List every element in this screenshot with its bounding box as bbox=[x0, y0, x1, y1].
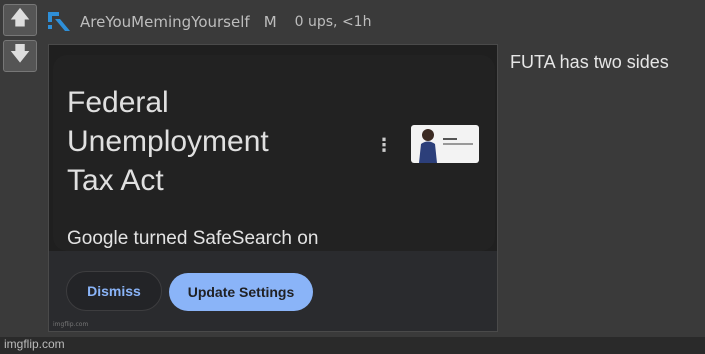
update-settings-button: Update Settings bbox=[169, 273, 313, 311]
thumbnail-image bbox=[411, 125, 479, 163]
upvote-button[interactable]: 🡅 bbox=[3, 4, 37, 36]
meme-image[interactable]: Federal Unemployment Tax Act ⋮ Google tu… bbox=[48, 44, 498, 332]
person-icon bbox=[419, 129, 437, 163]
post-frame: 🡅 🡇 AreYouMemingYourself M 0 ups, <1h FU… bbox=[0, 0, 705, 337]
knowledge-card: Federal Unemployment Tax Act ⋮ bbox=[53, 55, 495, 251]
safesearch-message: Google turned SafeSearch on bbox=[67, 228, 319, 249]
username-link[interactable]: AreYouMemingYourself bbox=[80, 13, 250, 31]
vote-column: 🡅 🡇 bbox=[3, 4, 40, 80]
thumbnail-text-lines bbox=[443, 138, 473, 150]
card-title: Federal Unemployment Tax Act bbox=[67, 86, 269, 197]
mod-badge: M bbox=[263, 13, 277, 31]
imgflip-watermark: imgflip.com bbox=[4, 337, 65, 351]
post-caption: FUTA has two sides bbox=[510, 52, 669, 72]
dismiss-button: Dismiss bbox=[66, 271, 162, 311]
post-stats: 0 ups, <1h bbox=[294, 14, 372, 30]
more-options-icon: ⋮ bbox=[375, 135, 393, 156]
post-header: AreYouMemingYourself M 0 ups, <1h bbox=[46, 4, 705, 40]
imgflip-logo-icon bbox=[48, 12, 70, 31]
arrow-up-icon: 🡅 bbox=[9, 5, 31, 29]
downvote-button[interactable]: 🡇 bbox=[3, 40, 37, 72]
arrow-down-icon: 🡇 bbox=[9, 41, 31, 65]
inner-watermark: imgflip.com bbox=[53, 321, 89, 328]
